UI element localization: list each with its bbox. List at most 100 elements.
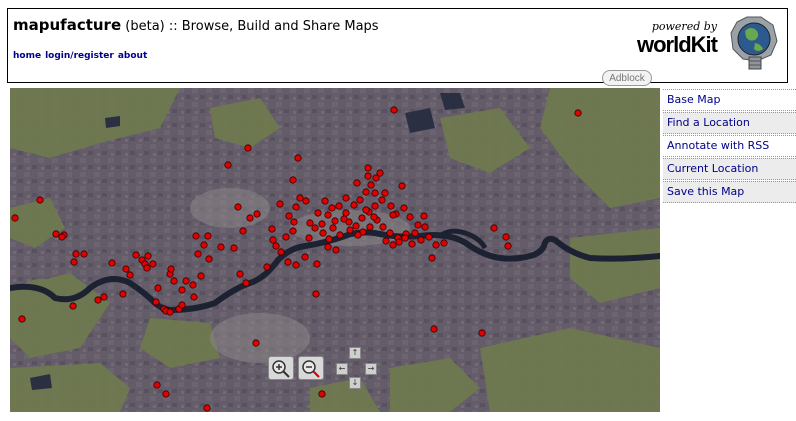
map-marker[interactable] <box>440 239 448 247</box>
map-marker[interactable] <box>234 203 242 211</box>
map-marker[interactable] <box>401 234 409 242</box>
map-marker[interactable] <box>417 236 425 244</box>
map-marker[interactable] <box>378 196 386 204</box>
map-marker[interactable] <box>200 241 208 249</box>
map-marker[interactable] <box>382 237 390 245</box>
map-marker[interactable] <box>381 189 389 197</box>
map-marker[interactable] <box>166 308 174 316</box>
map-marker[interactable] <box>296 194 304 202</box>
map-marker[interactable] <box>178 286 186 294</box>
pan-right-button[interactable]: → <box>365 363 377 375</box>
sidebar-item-find-location[interactable]: Find a Location <box>663 112 796 134</box>
map-marker[interactable] <box>144 252 152 260</box>
map-marker[interactable] <box>389 241 397 249</box>
map-marker[interactable] <box>319 229 327 237</box>
map-marker[interactable] <box>332 246 340 254</box>
map-marker[interactable] <box>366 223 374 231</box>
map-marker[interactable] <box>197 272 205 280</box>
map-marker[interactable] <box>289 227 297 235</box>
map-marker[interactable] <box>398 182 406 190</box>
map-marker[interactable] <box>289 176 297 184</box>
map-marker[interactable] <box>242 279 250 287</box>
map-marker[interactable] <box>52 230 60 238</box>
map-marker[interactable] <box>269 236 277 244</box>
map-marker[interactable] <box>108 259 116 267</box>
map-marker[interactable] <box>371 202 379 210</box>
map-marker[interactable] <box>324 243 332 251</box>
map-marker[interactable] <box>217 243 225 251</box>
map-marker[interactable] <box>408 240 416 248</box>
map-marker[interactable] <box>301 253 309 261</box>
brand-name[interactable]: mapufacture <box>13 16 121 34</box>
powered-by-badge[interactable]: powered by worldKit <box>637 21 718 57</box>
pan-left-button[interactable]: ← <box>336 363 348 375</box>
map-marker[interactable] <box>290 218 298 226</box>
map-marker[interactable] <box>236 270 244 278</box>
sidebar-item-base-map[interactable]: Base Map <box>663 89 796 111</box>
map-marker[interactable] <box>18 315 26 323</box>
map-marker[interactable] <box>329 224 337 232</box>
map-marker[interactable] <box>354 231 362 239</box>
adblock-tab[interactable]: Adblock <box>602 70 652 86</box>
map-marker[interactable] <box>325 235 333 243</box>
map-marker[interactable] <box>154 284 162 292</box>
map-marker[interactable] <box>305 234 313 242</box>
map-marker[interactable] <box>178 301 186 309</box>
map-marker[interactable] <box>132 251 140 259</box>
nav-login-register-link[interactable]: login/register <box>45 51 114 61</box>
map-marker[interactable] <box>292 261 300 269</box>
map-marker[interactable] <box>306 219 314 227</box>
map-marker[interactable] <box>246 214 254 222</box>
map-marker[interactable] <box>345 218 353 226</box>
map-marker[interactable] <box>58 233 66 241</box>
map-marker[interactable] <box>478 329 486 337</box>
map-marker[interactable] <box>331 217 339 225</box>
map-marker[interactable] <box>170 277 178 285</box>
map-marker[interactable] <box>126 271 134 279</box>
map-marker[interactable] <box>70 258 78 266</box>
map-marker[interactable] <box>292 203 300 211</box>
map-marker[interactable] <box>205 255 213 263</box>
map-marker[interactable] <box>504 242 512 250</box>
map-marker[interactable] <box>192 232 200 240</box>
map-marker[interactable] <box>336 231 344 239</box>
map-marker[interactable] <box>420 212 428 220</box>
map-marker[interactable] <box>253 210 261 218</box>
map-marker[interactable] <box>430 325 438 333</box>
map-marker[interactable] <box>389 211 397 219</box>
pan-down-button[interactable]: ↓ <box>349 377 361 389</box>
map-marker[interactable] <box>371 189 379 197</box>
map-marker[interactable] <box>324 211 332 219</box>
map-marker[interactable] <box>411 229 419 237</box>
map-marker[interactable] <box>311 224 319 232</box>
map-marker[interactable] <box>502 233 510 241</box>
map-marker[interactable] <box>294 154 302 162</box>
map-marker[interactable] <box>425 233 433 241</box>
map-marker[interactable] <box>276 200 284 208</box>
map-marker[interactable] <box>182 277 190 285</box>
map-marker[interactable] <box>263 263 271 271</box>
map-marker[interactable] <box>387 202 395 210</box>
map-marker[interactable] <box>386 229 394 237</box>
map-marker[interactable] <box>367 181 375 189</box>
map-marker[interactable] <box>362 188 370 196</box>
map-canvas[interactable]: ↑ ← → ↓ <box>10 88 660 412</box>
map-marker[interactable] <box>342 209 350 217</box>
map-marker[interactable] <box>167 265 175 273</box>
map-marker[interactable] <box>318 390 326 398</box>
map-marker[interactable] <box>285 212 293 220</box>
map-marker[interactable] <box>302 197 310 205</box>
map-marker[interactable] <box>406 213 414 221</box>
map-marker[interactable] <box>230 244 238 252</box>
map-marker[interactable] <box>143 264 151 272</box>
map-marker[interactable] <box>152 298 160 306</box>
map-marker[interactable] <box>69 302 77 310</box>
map-marker[interactable] <box>203 404 211 412</box>
sidebar-item-current-location[interactable]: Current Location <box>663 158 796 180</box>
map-marker[interactable] <box>252 339 260 347</box>
map-marker[interactable] <box>414 221 422 229</box>
map-marker[interactable] <box>313 260 321 268</box>
map-marker[interactable] <box>122 265 130 273</box>
map-marker[interactable] <box>421 223 429 231</box>
map-marker[interactable] <box>358 214 366 222</box>
